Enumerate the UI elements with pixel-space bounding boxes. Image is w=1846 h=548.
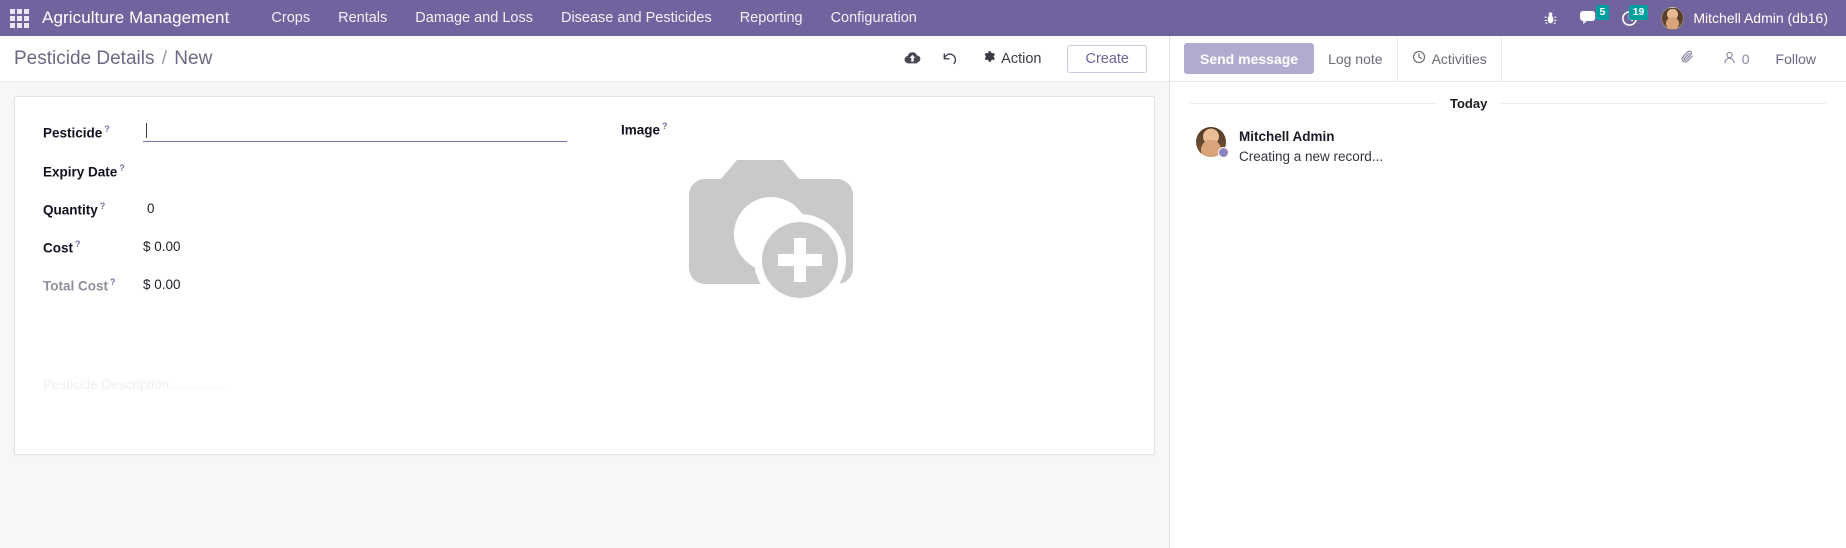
activities-button[interactable]: Activities (1396, 36, 1502, 81)
apps-grid-icon[interactable] (8, 7, 30, 29)
action-button-label: Action (1001, 50, 1042, 67)
form-sheet: Pesticide? Expiry Date? Quantity ? 0 Cos… (14, 96, 1155, 455)
message-content: Mitchell Admin Creating a new record... (1239, 127, 1383, 166)
control-panel-buttons: Action Create (894, 44, 1147, 73)
person-icon (1722, 50, 1737, 68)
form-sheet-background: Pesticide? Expiry Date? Quantity ? 0 Cos… (0, 82, 1169, 548)
message-author: Mitchell Admin (1239, 129, 1335, 144)
breadcrumb-separator: / (161, 47, 168, 69)
field-label-text: Expiry Date (43, 164, 118, 180)
avatar (1661, 6, 1685, 30)
quantity-input[interactable]: 0 (143, 198, 155, 218)
day-separator-label: Today (1450, 96, 1488, 111)
field-input-wrapper-pesticide (143, 121, 567, 142)
nav-menu-crops[interactable]: Crops (257, 3, 324, 33)
field-row-expiry-date: Expiry Date? (43, 160, 603, 180)
debug-bug-icon[interactable] (1534, 7, 1567, 30)
image-label-text: Image (621, 122, 661, 138)
separator-rule-right (1501, 103, 1826, 104)
message-item: Mitchell Admin Creating a new record... (1190, 127, 1826, 166)
pesticide-input[interactable] (143, 121, 567, 142)
followers-button[interactable]: 0 (1710, 50, 1762, 68)
attachments-button[interactable] (1668, 49, 1708, 68)
action-button[interactable]: Action (968, 44, 1055, 73)
nav-menu-reporting[interactable]: Reporting (726, 3, 817, 33)
online-status-dot (1218, 147, 1229, 158)
cost-input[interactable]: $ 0.00 (143, 236, 181, 256)
cloud-upload-save-icon[interactable] (894, 46, 931, 71)
user-name-label: Mitchell Admin (db16) (1693, 10, 1828, 26)
navbar-right-group: 5 19 Mitchell Admin (db16) (1534, 4, 1832, 32)
field-label-cost: Cost? (43, 236, 143, 256)
help-marker-icon[interactable]: ? (110, 277, 116, 287)
image-field-label: Image? (621, 121, 1126, 138)
followers-count: 0 (1741, 50, 1750, 67)
help-marker-icon[interactable]: ? (119, 163, 125, 173)
activities-button-label: Activities (1431, 50, 1487, 67)
help-marker-icon[interactable]: ? (662, 121, 668, 131)
activities-clock-icon[interactable]: 19 (1612, 4, 1649, 31)
chatter-meta-group: 0 Follow (1668, 36, 1846, 81)
text-caret (146, 123, 147, 138)
chatter-thread: Today Mitchell Admin Creating a new reco… (1170, 82, 1846, 166)
nav-menu-damage-and-loss[interactable]: Damage and Loss (401, 3, 547, 33)
messages-icon[interactable]: 5 (1571, 4, 1610, 31)
nav-menu-disease-and-pesticides[interactable]: Disease and Pesticides (547, 3, 726, 33)
breadcrumb-root[interactable]: Pesticide Details (14, 48, 154, 69)
form-groups: Pesticide? Expiry Date? Quantity ? 0 Cos… (43, 121, 1126, 316)
help-marker-icon[interactable]: ? (75, 239, 81, 249)
field-label-text: Cost (43, 240, 73, 256)
separator-rule-left (1190, 103, 1436, 104)
undo-discard-icon[interactable] (931, 46, 968, 72)
app-brand-title[interactable]: Agriculture Management (42, 8, 229, 28)
control-panel: Pesticide Details / New Action Create (0, 36, 1169, 82)
paperclip-icon (1680, 49, 1696, 68)
field-row-quantity: Quantity? 0 (43, 198, 603, 218)
chatter-panel: Send message Log note Activities 0 Follo… (1169, 36, 1846, 548)
log-note-button[interactable]: Log note (1314, 36, 1397, 81)
day-separator: Today (1190, 96, 1826, 111)
field-label-total-cost: Total Cost? (43, 274, 143, 294)
help-marker-icon[interactable]: ? (104, 124, 110, 134)
avatar (1196, 127, 1229, 158)
form-view-region: Pesticide Details / New Action Create Pe… (0, 36, 1169, 548)
description-placeholder[interactable]: Pesticide Description............... (43, 377, 225, 392)
camera-add-image-icon (689, 159, 853, 306)
field-label-text: Quantity (43, 202, 98, 218)
field-label-text: Pesticide (43, 125, 103, 141)
form-group-right: Image? (603, 121, 1126, 316)
create-button[interactable]: Create (1067, 44, 1147, 73)
activities-badge: 19 (1628, 4, 1649, 20)
message-body: Creating a new record... (1239, 148, 1384, 164)
messages-badge: 5 (1595, 4, 1610, 20)
page-body: Pesticide Details / New Action Create Pe… (0, 36, 1846, 548)
breadcrumb-current: New (174, 47, 213, 69)
field-row-total-cost: Total Cost? $ 0.00 (43, 274, 603, 294)
expiry-date-input[interactable] (143, 160, 567, 180)
form-group-left: Pesticide? Expiry Date? Quantity ? 0 Cos… (43, 121, 603, 316)
total-cost-value: $ 0.00 (143, 277, 181, 292)
breadcrumb: Pesticide Details / New (14, 48, 212, 70)
top-navbar: Agriculture Management Crops Rentals Dam… (0, 0, 1846, 36)
help-marker-icon[interactable]: ? (100, 201, 106, 211)
user-menu[interactable]: Mitchell Admin (db16) (1651, 5, 1832, 32)
nav-menu-configuration[interactable]: Configuration (817, 3, 931, 33)
field-label-text: Total Cost (43, 278, 108, 294)
field-label-pesticide: Pesticide? (43, 121, 143, 141)
chatter-toolbar: Send message Log note Activities 0 Follo… (1170, 36, 1846, 82)
image-upload-dropzone[interactable] (621, 150, 921, 316)
follow-button[interactable]: Follow (1764, 51, 1828, 67)
send-message-button[interactable]: Send message (1184, 43, 1315, 74)
field-label-expiry-date: Expiry Date? (43, 160, 143, 180)
clock-icon (1412, 50, 1426, 67)
gear-icon (982, 50, 996, 67)
field-row-pesticide: Pesticide? (43, 121, 603, 142)
field-row-cost: Cost? $ 0.00 (43, 236, 603, 256)
field-label-quantity: Quantity? (43, 198, 143, 218)
nav-menu-rentals[interactable]: Rentals (324, 3, 401, 33)
